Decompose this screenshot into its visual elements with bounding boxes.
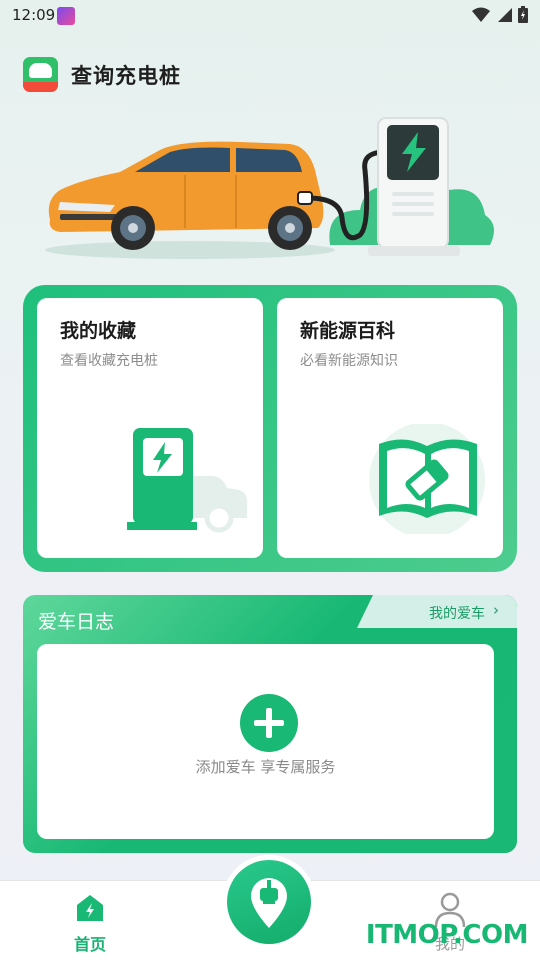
car-log-panel: 爱车日志 我的爱车 › 添加爱车 享专属服务	[23, 595, 517, 853]
car-log-title: 爱车日志	[38, 611, 115, 633]
home-icon	[77, 895, 103, 921]
favorites-subtitle: 查看收藏充电桩	[60, 353, 158, 369]
charging-location-icon	[251, 878, 287, 928]
logo-band	[23, 82, 58, 92]
feature-cards-panel: 我的收藏 查看收藏充电桩 新能源百科 必看新能源知识	[23, 285, 517, 572]
nav-home[interactable]: 首页	[68, 893, 112, 955]
wifi-icon	[472, 7, 490, 22]
status-indicators	[472, 6, 528, 23]
my-car-link[interactable]: 我的爱车	[429, 603, 485, 623]
add-car-text: 添加爱车 享专属服务	[195, 758, 336, 776]
page-title: 查询充电桩	[71, 63, 181, 88]
notification-app-icon	[57, 7, 75, 25]
encyclopedia-title: 新能源百科	[300, 320, 396, 342]
new-energy-encyclopedia-card[interactable]: 新能源百科 必看新能源知识	[277, 298, 503, 558]
nav-center-circle	[227, 860, 311, 944]
status-time: 12:09	[12, 6, 56, 24]
encyclopedia-subtitle: 必看新能源知识	[300, 353, 398, 369]
charging-pile-icon	[127, 428, 247, 533]
battery-icon	[518, 6, 528, 23]
nav-charging-map-button[interactable]	[222, 855, 316, 949]
favorites-title: 我的收藏	[60, 320, 137, 342]
book-icon	[369, 424, 485, 534]
nav-home-label: 首页	[73, 935, 106, 954]
add-car-card[interactable]: 添加爱车 享专属服务	[37, 644, 494, 839]
signal-icon	[498, 7, 512, 22]
app-logo	[23, 57, 58, 92]
car-icon	[29, 63, 52, 78]
status-bar: 12:09	[0, 0, 540, 32]
hero-car-charging-illustration	[45, 117, 494, 259]
my-favorites-card[interactable]: 我的收藏 查看收藏充电桩	[37, 298, 263, 558]
chevron-right-icon[interactable]: ›	[493, 601, 499, 619]
add-car-button[interactable]	[240, 694, 298, 752]
watermark: ITMOP.COM	[365, 920, 529, 950]
app-header: 查询充电桩	[23, 57, 181, 92]
